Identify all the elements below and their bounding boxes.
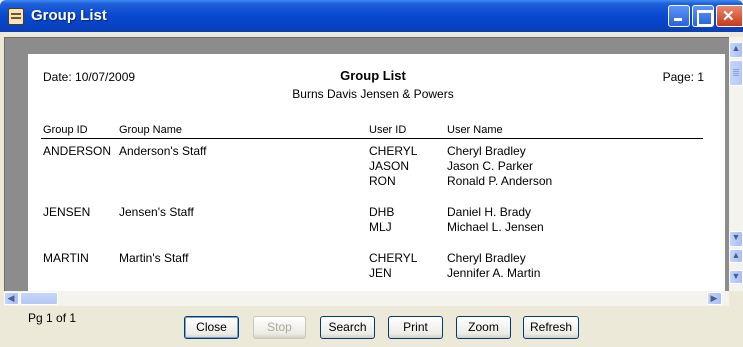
close-icon[interactable] xyxy=(716,5,743,27)
report-title: Group List xyxy=(340,68,406,83)
group-name: Martin's Staff xyxy=(119,251,189,265)
close-button[interactable]: Close xyxy=(184,316,239,339)
column-header-group-name: Group Name xyxy=(119,124,182,136)
user-id: JEN xyxy=(369,266,392,280)
search-button[interactable]: Search xyxy=(320,316,375,339)
column-header-user-name: User Name xyxy=(447,124,503,136)
arrow-up-icon[interactable]: ▲ xyxy=(729,42,743,58)
user-id: DHB xyxy=(369,205,395,219)
user-name: Jason C. Parker xyxy=(447,159,534,173)
horizontal-scroll-thumb[interactable] xyxy=(20,292,58,305)
arrow-down-icon[interactable]: ▼ xyxy=(729,231,743,247)
report-page-number: Page: 1 xyxy=(662,70,704,84)
user-name: Michael L. Jensen xyxy=(447,220,544,234)
group-id: ANDERSON xyxy=(43,144,112,158)
zoom-button[interactable]: Zoom xyxy=(456,316,511,339)
arrow-right-icon[interactable]: ▶ xyxy=(707,292,722,305)
user-id: JASON xyxy=(369,159,410,173)
user-name: Jennifer A. Martin xyxy=(447,266,541,280)
group-name: Anderson's Staff xyxy=(119,144,207,158)
user-id: MLJ xyxy=(369,220,392,234)
user-name: Cheryl Bradley xyxy=(447,144,526,158)
vertical-scroll-thumb[interactable] xyxy=(729,60,743,86)
column-header-group-id: Group ID xyxy=(43,124,88,136)
minimize-icon[interactable] xyxy=(668,5,690,27)
report-icon xyxy=(8,8,24,25)
title-bar[interactable]: Group List xyxy=(0,0,743,32)
print-button[interactable]: Print xyxy=(388,316,443,339)
column-header-user-id: User ID xyxy=(369,124,407,136)
window-title: Group List xyxy=(31,7,107,24)
user-name: Cheryl Bradley xyxy=(447,251,526,265)
maximize-icon[interactable] xyxy=(692,5,714,27)
arrow-up-icon[interactable]: ▲ xyxy=(729,249,743,263)
report-viewport[interactable]: Date: 10/07/2009 Group List Burns Davis … xyxy=(4,37,729,291)
arrow-left-icon[interactable]: ◀ xyxy=(4,292,19,305)
horizontal-scrollbar[interactable] xyxy=(4,291,729,306)
page-indicator: Pg 1 of 1 xyxy=(28,311,77,325)
report-page: Date: 10/07/2009 Group List Burns Davis … xyxy=(28,54,725,291)
group-list-window: Group List Date: 10/07/2009 Group List B… xyxy=(0,0,743,347)
header-divider xyxy=(41,138,703,139)
user-id: RON xyxy=(369,174,396,188)
stop-button: Stop xyxy=(253,316,306,339)
group-name: Jensen's Staff xyxy=(119,205,194,219)
refresh-button[interactable]: Refresh xyxy=(523,316,579,339)
group-id: MARTIN xyxy=(43,251,89,265)
user-id: CHERYL xyxy=(369,144,418,158)
report-subtitle: Burns Davis Jensen & Powers xyxy=(292,87,454,101)
arrow-down-icon[interactable]: ▼ xyxy=(729,270,743,284)
user-id: CHERYL xyxy=(369,251,418,265)
group-id: JENSEN xyxy=(43,205,91,219)
user-name: Daniel H. Brady xyxy=(447,205,532,219)
user-name: Ronald P. Anderson xyxy=(447,174,553,188)
